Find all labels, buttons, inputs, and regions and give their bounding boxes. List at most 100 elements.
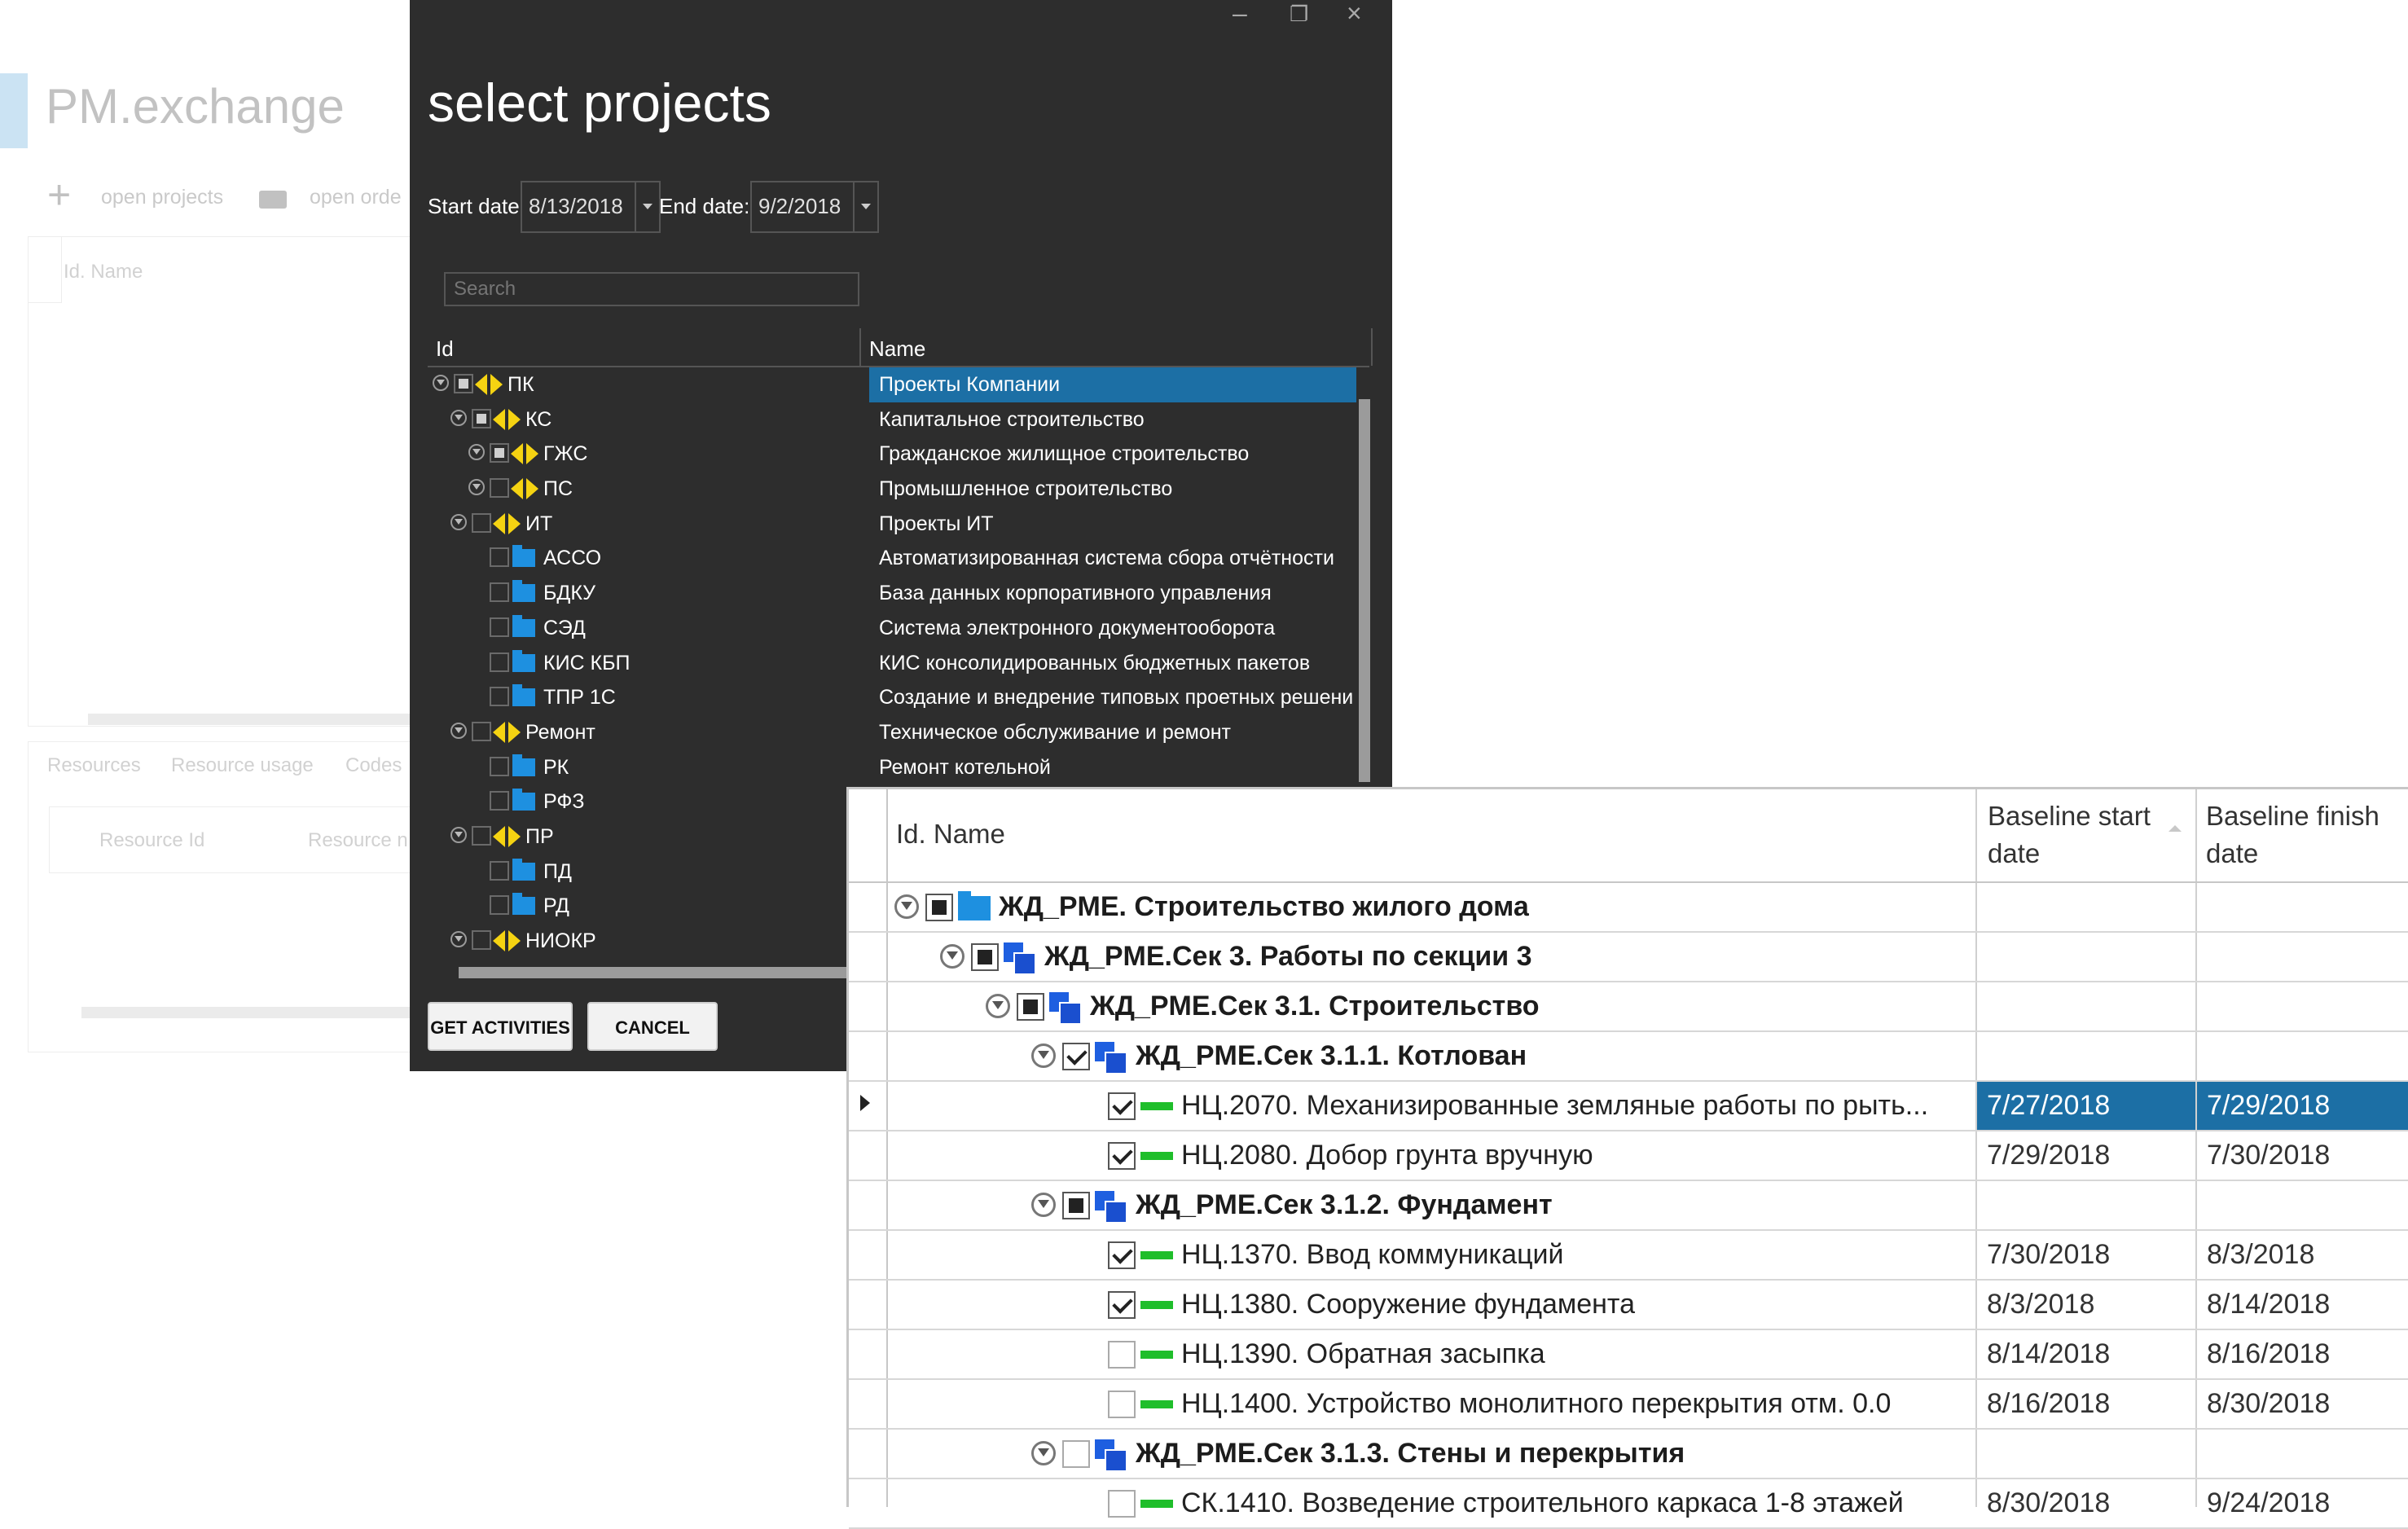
open-orders-button[interactable]: open orde xyxy=(310,186,402,209)
tab-resources[interactable]: Resources xyxy=(47,754,141,777)
row-checkbox[interactable] xyxy=(1062,1043,1090,1070)
tree-row[interactable]: ИТ Проекты ИТ xyxy=(428,507,1356,542)
column-divider[interactable] xyxy=(859,328,861,366)
table-row[interactable]: ЖД_PME.Сек 3.1.1. Котлован xyxy=(849,1032,2408,1082)
chevron-down-icon[interactable] xyxy=(635,182,659,231)
row-checkbox[interactable] xyxy=(490,860,509,881)
row-checkbox[interactable] xyxy=(490,652,509,672)
table-row[interactable]: ЖД_PME.Сек 3. Работы по секции 3 xyxy=(849,933,2408,982)
row-checkbox[interactable] xyxy=(490,617,509,637)
column-divider[interactable] xyxy=(1371,328,1373,366)
row-checkbox[interactable] xyxy=(454,374,473,393)
row-checkbox[interactable] xyxy=(472,930,491,950)
column-baseline-finish[interactable]: Baseline finish date xyxy=(2206,797,2401,872)
row-checkbox[interactable] xyxy=(472,512,491,533)
horizontal-scrollbar[interactable] xyxy=(459,967,882,978)
collapse-icon[interactable] xyxy=(894,894,919,919)
row-checkbox[interactable] xyxy=(1108,1391,1136,1418)
collapse-icon[interactable] xyxy=(450,722,467,739)
row-checkbox[interactable] xyxy=(1062,1440,1090,1468)
table-row[interactable]: ЖД_PME.Сек 3.1.2. Фундамент xyxy=(849,1181,2408,1231)
cancel-button[interactable]: CANCEL xyxy=(587,1002,718,1051)
row-checkbox[interactable] xyxy=(490,547,509,568)
tree-row[interactable]: КИС КБП КИС консолидированных бюджетных … xyxy=(428,646,1356,681)
grid-scrollbar[interactable] xyxy=(88,714,446,725)
row-checkbox[interactable] xyxy=(1108,1490,1136,1518)
row-checkbox[interactable] xyxy=(490,443,509,464)
folder-open-icon[interactable] xyxy=(259,191,287,209)
table-row[interactable]: НЦ.2070. Механизированные земляные работ… xyxy=(849,1082,2408,1131)
tree-row[interactable]: ТПР 1С Создание и внедрение типовых прое… xyxy=(428,680,1356,715)
row-checkbox[interactable] xyxy=(1108,1241,1136,1269)
chevron-down-icon[interactable] xyxy=(853,182,877,231)
row-checkbox[interactable] xyxy=(1108,1092,1136,1120)
table-row[interactable]: НЦ.1380. Сооружение фундамента 8/3/2018 … xyxy=(849,1281,2408,1330)
end-date-picker[interactable]: 9/2/2018 xyxy=(750,181,879,233)
column-baseline-start[interactable]: Baseline start date xyxy=(1988,797,2175,872)
row-checkbox[interactable] xyxy=(490,756,509,776)
row-checkbox[interactable] xyxy=(472,408,491,428)
restore-icon[interactable]: ❐ xyxy=(1290,2,1308,27)
tree-row[interactable]: КС Капитальное строительство xyxy=(428,402,1356,437)
baseline-start[interactable]: 7/27/2018 xyxy=(1977,1082,2195,1130)
collapse-icon[interactable] xyxy=(433,375,449,391)
table-row[interactable]: НЦ.1370. Ввод коммуникаций 7/30/2018 8/3… xyxy=(849,1231,2408,1281)
table-row[interactable]: ЖД_PME.Сек 3.1. Строительство xyxy=(849,982,2408,1032)
collapse-icon[interactable] xyxy=(1031,1043,1056,1068)
tree-row[interactable]: ПС Промышленное строительство xyxy=(428,472,1356,507)
column-name[interactable]: Name xyxy=(869,336,925,362)
row-checkbox[interactable] xyxy=(490,478,509,499)
expand-icon[interactable] xyxy=(450,931,467,947)
tree-row[interactable]: СЭД Система электронного документооборот… xyxy=(428,611,1356,646)
minimize-icon[interactable]: – xyxy=(1233,0,1247,29)
row-checkbox[interactable] xyxy=(1108,1291,1136,1319)
tree-row[interactable]: ГЖС Гражданское жилищное строительство xyxy=(428,437,1356,472)
tree-row[interactable]: РК Ремонт котельной xyxy=(428,750,1356,785)
open-projects-button[interactable]: open projects xyxy=(101,186,223,209)
collapse-icon[interactable] xyxy=(450,826,467,843)
tree-row[interactable]: БДКУ База данных корпоративного управлен… xyxy=(428,576,1356,611)
collapse-icon[interactable] xyxy=(940,944,965,969)
tree-row[interactable]: ПК Проекты Компании xyxy=(428,367,1356,402)
folder-icon xyxy=(958,891,991,920)
baseline-finish xyxy=(2197,982,2408,1030)
row-checkbox[interactable] xyxy=(1017,993,1044,1021)
close-icon[interactable]: × xyxy=(1347,0,1362,29)
tab-codes[interactable]: Codes xyxy=(345,754,402,777)
collapse-icon[interactable] xyxy=(450,513,467,530)
column-id[interactable]: Id xyxy=(436,336,454,362)
row-checkbox[interactable] xyxy=(925,894,953,921)
table-row[interactable]: ЖД_PME.Сек 3.1.3. Стены и перекрытия xyxy=(849,1430,2408,1479)
tree-row[interactable]: АССО Автоматизированная система сбора от… xyxy=(428,541,1356,576)
table-row[interactable]: НЦ.1400. Устройство монолитного перекрыт… xyxy=(849,1380,2408,1430)
collapse-icon[interactable] xyxy=(1031,1193,1056,1217)
row-checkbox[interactable] xyxy=(490,895,509,916)
table-row[interactable]: НЦ.2080. Добор грунта вручную 7/29/2018 … xyxy=(849,1131,2408,1181)
row-checkbox[interactable] xyxy=(472,825,491,846)
row-checkbox[interactable] xyxy=(1108,1341,1136,1369)
search-input[interactable] xyxy=(444,272,859,306)
expand-icon[interactable] xyxy=(468,479,485,496)
collapse-icon[interactable] xyxy=(1031,1441,1056,1465)
column-id-name[interactable]: Id. Name xyxy=(896,815,1005,853)
baseline-finish[interactable]: 7/29/2018 xyxy=(2197,1082,2408,1130)
start-date-picker[interactable]: 8/13/2018 xyxy=(521,181,661,233)
tree-row[interactable]: Ремонт Техническое обслуживание и ремонт xyxy=(428,715,1356,750)
row-checkbox[interactable] xyxy=(472,721,491,741)
row-checkbox[interactable] xyxy=(1062,1192,1090,1219)
tab-resource-usage[interactable]: Resource usage xyxy=(171,754,314,777)
vertical-scrollbar[interactable] xyxy=(1359,399,1370,782)
collapse-icon[interactable] xyxy=(986,994,1010,1018)
plus-icon[interactable]: + xyxy=(47,174,71,215)
row-checkbox[interactable] xyxy=(490,791,509,811)
row-checkbox[interactable] xyxy=(1108,1142,1136,1170)
expand-icon[interactable] xyxy=(468,444,485,461)
table-row[interactable]: НЦ.1390. Обратная засыпка 8/14/2018 8/16… xyxy=(849,1330,2408,1380)
resource-scrollbar[interactable] xyxy=(81,1007,440,1018)
row-checkbox[interactable] xyxy=(490,687,509,707)
table-row[interactable]: ЖД_PME. Строительство жилого дома xyxy=(849,883,2408,933)
get-activities-button[interactable]: GET ACTIVITIES xyxy=(428,1002,573,1051)
row-checkbox[interactable] xyxy=(490,582,509,603)
collapse-icon[interactable] xyxy=(450,409,467,426)
row-checkbox[interactable] xyxy=(971,943,999,971)
